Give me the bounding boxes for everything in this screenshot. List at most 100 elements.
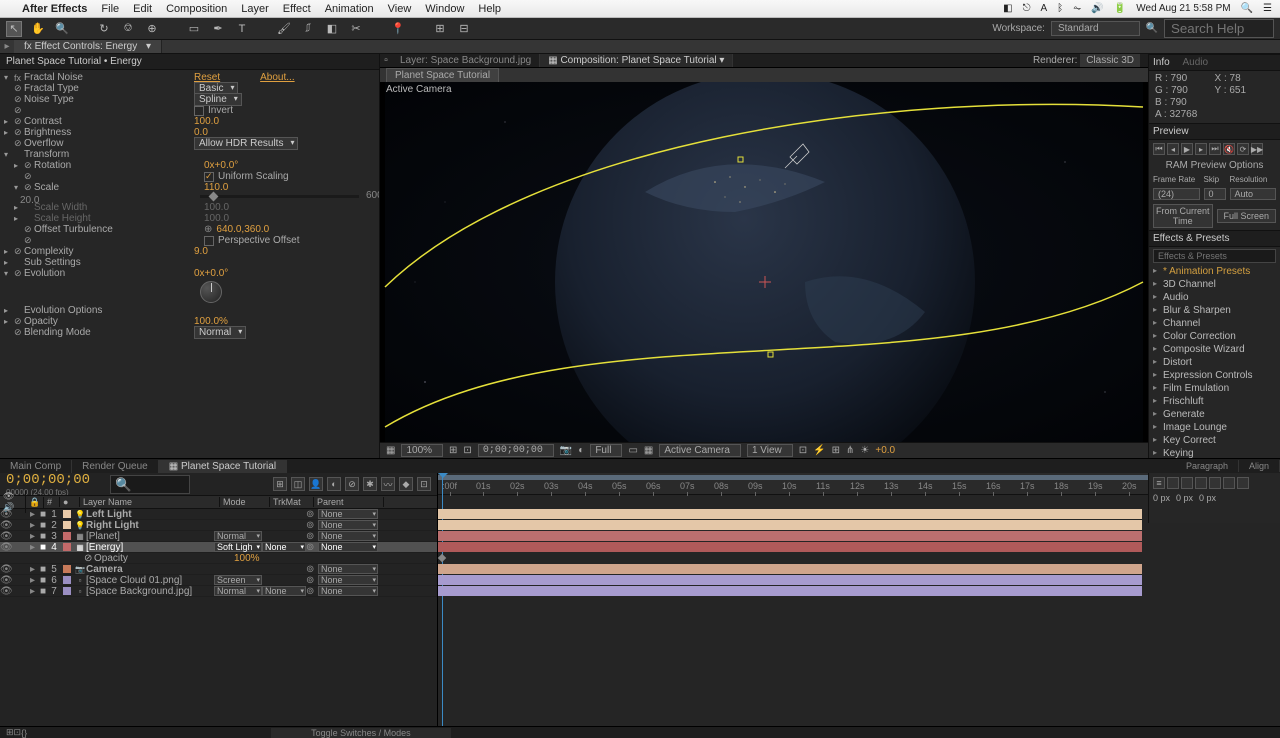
adobe-icon[interactable]: A	[1041, 3, 1048, 14]
prev-frame-icon[interactable]: ◂	[1167, 143, 1179, 155]
menuextra-icon[interactable]: ⎋	[1023, 3, 1031, 14]
tab-planet-space[interactable]: ▦ Planet Space Tutorial	[159, 460, 287, 473]
layer-name-header[interactable]: Layer Name	[80, 497, 220, 507]
fast-preview-icon[interactable]: ⚡	[813, 445, 825, 456]
mode-header[interactable]: Mode	[220, 497, 270, 507]
blend-mode-dropdown[interactable]: Screen	[214, 575, 262, 585]
layer-name[interactable]: Camera	[86, 564, 214, 575]
scale-value[interactable]: 110.0	[204, 182, 228, 193]
align-right-icon[interactable]	[1181, 477, 1193, 489]
stopwatch-icon[interactable]: ⊘	[14, 327, 24, 338]
ram-preview-icon[interactable]: ▶▶	[1251, 143, 1263, 155]
stopwatch-icon[interactable]: ⊘	[14, 116, 24, 127]
shape-tool-icon[interactable]: ▭	[186, 21, 202, 37]
toggle-switches-button[interactable]: Toggle Switches / Modes	[271, 728, 451, 738]
viewer-tab-composition[interactable]: ▦ Composition: Planet Space Tutorial ▾	[540, 54, 733, 67]
resolution-dropdown[interactable]: Full	[590, 444, 622, 457]
twirl-icon[interactable]: ▸	[30, 575, 40, 586]
trkmat-dropdown[interactable]: None	[262, 542, 306, 552]
twirl-icon[interactable]: ▸	[30, 586, 40, 597]
offset-turbulence-value[interactable]: 640.0,360.0	[216, 224, 269, 235]
stopwatch-icon[interactable]: ⊘	[14, 83, 24, 94]
blend-mode-dropdown[interactable]: Normal	[214, 531, 262, 541]
preset-category[interactable]: Channel	[1149, 317, 1280, 330]
layer-bar[interactable]	[438, 531, 1142, 541]
twirl-icon[interactable]: ▸	[4, 317, 14, 326]
expand-icon[interactable]: ⊡	[14, 727, 22, 738]
preset-category[interactable]: * Animation Presets	[1149, 265, 1280, 278]
preset-category[interactable]: 3D Channel	[1149, 278, 1280, 291]
magnification-dropdown[interactable]: 100%	[401, 444, 443, 457]
alpha-icon[interactable]: ▦	[386, 445, 395, 456]
visibility-icon[interactable]: 👁	[0, 542, 12, 553]
channel-icon[interactable]: ◐	[578, 445, 584, 456]
visibility-icon[interactable]: 👁	[0, 509, 12, 520]
align-center-icon[interactable]	[1167, 477, 1179, 489]
layer-row[interactable]: 👁▸■3▦[Planet]Normal⊚None	[0, 531, 437, 542]
viewer-tab-layer[interactable]: Layer: Space Background.jpg	[392, 54, 540, 67]
layer-bar[interactable]	[438, 575, 1142, 585]
twirl-icon[interactable]: ▾	[4, 269, 14, 278]
viewport[interactable]: Active Camera	[380, 82, 1148, 442]
spotlight-icon[interactable]: 🔍	[1241, 3, 1253, 14]
shy-icon[interactable]: 👤	[309, 477, 323, 491]
timecode-display-icon[interactable]: ⊡	[463, 445, 471, 456]
current-timecode[interactable]: 0;00;00;00	[6, 472, 90, 488]
preset-category[interactable]: Expression Controls	[1149, 369, 1280, 382]
stopwatch-icon[interactable]: ⊘	[84, 553, 94, 564]
stopwatch-icon[interactable]: ⊘	[14, 127, 24, 138]
menu-composition[interactable]: Composition	[166, 3, 227, 15]
brush-tool-icon[interactable]: 🖌	[276, 21, 292, 37]
type-tool-icon[interactable]: T	[234, 21, 250, 37]
pickwhip-icon[interactable]: ⊚	[306, 520, 318, 531]
solo-icon[interactable]: ■	[40, 509, 48, 520]
parent-dropdown[interactable]: None	[318, 542, 378, 552]
full-screen-button[interactable]: Full Screen	[1217, 209, 1277, 223]
stopwatch-icon[interactable]: ⊘	[24, 235, 34, 246]
twirl-icon[interactable]: ▸	[14, 161, 24, 170]
visibility-icon[interactable]: 👁	[0, 520, 12, 531]
rotation-value[interactable]: 0x+0.0°	[204, 160, 238, 171]
zoom-tool-icon[interactable]: 🔍	[54, 21, 70, 37]
camera-dropdown[interactable]: Active Camera	[659, 444, 741, 457]
keyframe-icon[interactable]	[438, 554, 446, 562]
justify-center-icon[interactable]	[1209, 477, 1221, 489]
parent-dropdown[interactable]: None	[318, 586, 378, 596]
layer-name[interactable]: [Space Background.jpg]	[86, 586, 214, 597]
volume-icon[interactable]: 🔊	[1091, 3, 1103, 14]
solo-icon[interactable]: ■	[40, 531, 48, 542]
blend-mode-dropdown[interactable]: Soft Ligh	[214, 542, 262, 552]
snapshot-icon[interactable]: 📷	[560, 445, 572, 456]
visibility-icon[interactable]: 👁	[0, 575, 12, 586]
label-color[interactable]	[63, 587, 71, 595]
auto-keyframe-icon[interactable]: ◆	[399, 477, 413, 491]
visibility-icon[interactable]: 👁	[0, 586, 12, 597]
twirl-icon[interactable]: ▸	[30, 564, 40, 575]
roto-tool-icon[interactable]: ✂	[348, 21, 364, 37]
menu-help[interactable]: Help	[478, 3, 501, 15]
twirl-icon[interactable]: ▸	[14, 214, 24, 223]
brainstorm-icon[interactable]: ✱	[363, 477, 377, 491]
align-tab[interactable]: Align	[1239, 460, 1280, 472]
layer-name[interactable]: [Space Cloud 01.png]	[86, 575, 214, 586]
justify-all-icon[interactable]	[1237, 477, 1249, 489]
menuextra-icon[interactable]: ◧	[1003, 3, 1012, 14]
fx-toggle-icon[interactable]: fx	[14, 73, 24, 83]
pickwhip-icon[interactable]: ⊚	[306, 564, 318, 575]
stopwatch-icon[interactable]: ⊘	[14, 246, 24, 257]
selection-tool-icon[interactable]: ↖	[6, 21, 22, 37]
align-icon[interactable]: ⊟	[456, 21, 472, 37]
menu-effect[interactable]: Effect	[283, 3, 311, 15]
effect-controls-tab[interactable]: fx Effect Controls: Energy ▾	[14, 40, 162, 53]
preset-category[interactable]: Generate	[1149, 408, 1280, 421]
twirl-icon[interactable]: ▸	[4, 117, 14, 126]
pixel-aspect-icon[interactable]: ⊡	[799, 445, 807, 456]
indent-first-value[interactable]: 0 px	[1199, 493, 1216, 503]
twirl-icon[interactable]: ▾	[4, 73, 14, 82]
expand-icon[interactable]: {}	[21, 728, 27, 738]
label-color[interactable]	[63, 543, 71, 551]
invert-checkbox[interactable]	[194, 106, 204, 116]
preset-category[interactable]: Blur & Sharpen	[1149, 304, 1280, 317]
twirl-icon[interactable]: ▸	[4, 247, 14, 256]
framerate-dropdown[interactable]: (24)	[1153, 188, 1200, 200]
